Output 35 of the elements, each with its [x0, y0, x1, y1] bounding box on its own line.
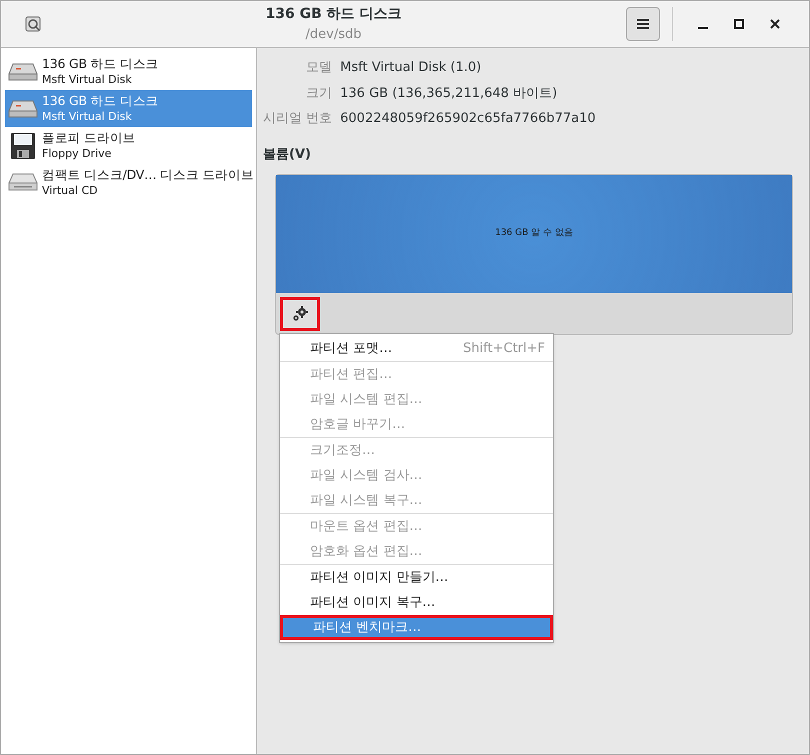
detail-value: 136 GB (136,365,211,648 바이트) [340, 84, 558, 102]
menu-item[interactable]: 파티션 벤치마크… [280, 615, 553, 640]
menu-button[interactable] [626, 7, 660, 41]
device-title: 136 GB 하드 디스크 [42, 56, 158, 72]
app-icon [25, 16, 41, 32]
close-icon [770, 19, 780, 29]
menu-item[interactable]: 파티션 포맷… Shift+Ctrl+F [280, 336, 553, 361]
device-subtitle: Virtual CD [42, 182, 99, 198]
device-item[interactable]: 컴팩트 디스크/DV… 디스크 드라이브 Virtual CD [5, 164, 252, 201]
maximize-icon [734, 19, 744, 29]
detail-value: 6002248059f265902c65fa7766b77a10 [340, 110, 597, 128]
device-title: 플로피 드라이브 [42, 130, 136, 146]
minimize-icon [698, 27, 708, 29]
detail-label: 모델 [305, 59, 332, 77]
menu-item[interactable]: 파티션 이미지 복구… [280, 590, 553, 615]
device-subtitle: Floppy Drive [42, 146, 112, 162]
detail-label: 시리얼 번호 [263, 110, 332, 128]
menu-icon [637, 19, 649, 29]
gears-icon [291, 304, 309, 322]
device-title: 136 GB 하드 디스크 [42, 92, 158, 108]
detail-value: Msft Virtual Disk (1.0) [340, 59, 482, 77]
device-item[interactable]: 136 GB 하드 디스크 Msft Virtual Disk [5, 90, 252, 127]
detail-label: 크기 [305, 84, 332, 102]
shortcut-label: Shift+Ctrl+F [463, 340, 545, 358]
device-title: 컴팩트 디스크/DV… 디스크 드라이브 [42, 166, 254, 182]
device-item[interactable]: 136 GB 하드 디스크 Msft Virtual Disk [5, 53, 252, 90]
device-item[interactable]: 플로피 드라이브 Floppy Drive [5, 127, 252, 164]
partition-block[interactable]: 136 GB 알 수 없음 [276, 175, 792, 293]
window-subtitle: /dev/sdb [306, 26, 362, 44]
device-subtitle: Msft Virtual Disk [42, 72, 133, 88]
menu-item[interactable]: 파티션 이미지 만들기… [280, 565, 553, 590]
section-heading: 볼륨(V) [263, 146, 312, 164]
device-subtitle: Msft Virtual Disk [42, 108, 133, 124]
window-title: 136 GB 하드 디스크 [265, 4, 402, 24]
gear-button[interactable] [280, 296, 320, 330]
